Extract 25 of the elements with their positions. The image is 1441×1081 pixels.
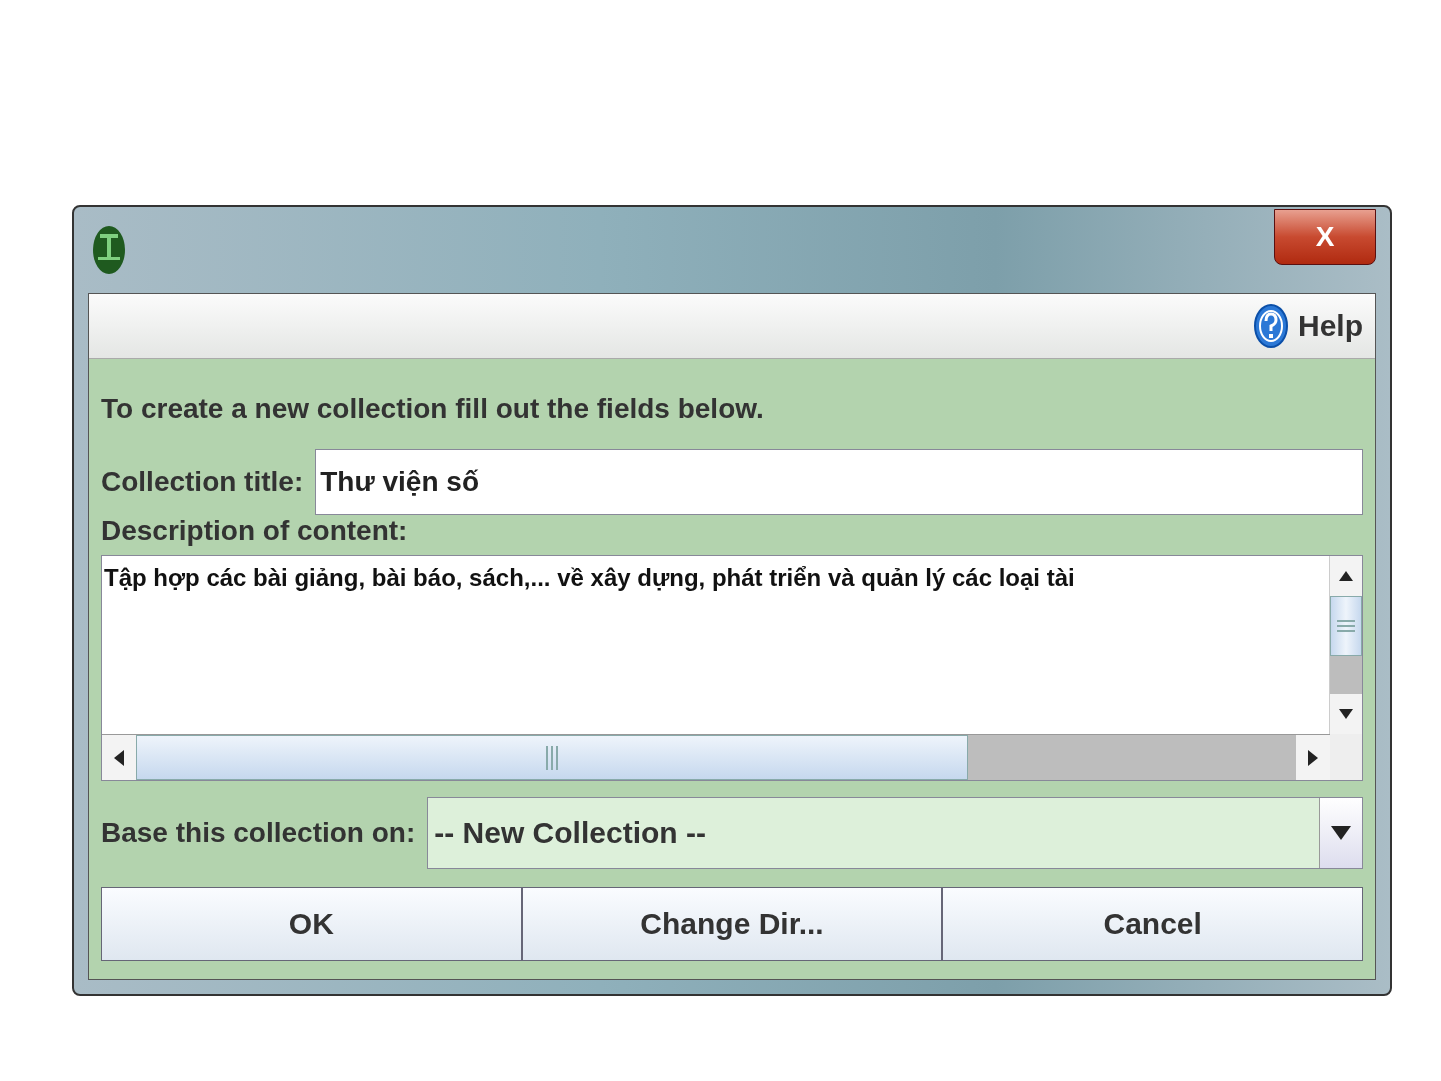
title-label: Collection title: — [101, 466, 304, 498]
description-label: Description of content: — [101, 515, 409, 547]
dropdown-arrow-icon — [1331, 826, 1351, 840]
description-text: Tập hợp các bài giảng, bài báo, sách,... về xây dựng, phát triển và quản lý các loại tài — [103, 563, 1076, 593]
base-label: Base this collection on: — [101, 817, 416, 849]
right-arrow-icon — [1308, 749, 1318, 766]
down-arrow-icon — [1339, 709, 1353, 719]
dialog-button[interactable]: Cancel — [942, 887, 1363, 961]
scrollbar-corner — [1330, 734, 1362, 780]
help-icon — [1254, 304, 1288, 348]
horizontal-scrollbar[interactable] — [102, 734, 1330, 780]
help-button[interactable]: Help — [1254, 304, 1363, 348]
left-arrow-icon — [114, 749, 124, 766]
dialog-button[interactable]: OK — [101, 887, 522, 961]
close-button[interactable]: X — [1274, 209, 1376, 265]
instructions-text: To create a new collection fill out the fields below. — [101, 393, 765, 425]
grip-icon — [546, 745, 558, 770]
vertical-scrollbar[interactable] — [1329, 556, 1362, 734]
app-icon — [92, 225, 126, 275]
grip-icon — [1337, 620, 1355, 632]
base-dropdown[interactable]: -- New Collection -- — [427, 797, 1363, 869]
description-text-area[interactable]: Tập hợp các bài giảng, bài báo, sách,... về xây dựng, phát triển và quản lý các loại tài — [101, 555, 1363, 781]
title-input-field[interactable]: Thư viện số — [315, 449, 1363, 515]
dialog-button[interactable]: Change Dir... — [521, 887, 943, 961]
up-arrow-icon — [1339, 571, 1353, 581]
